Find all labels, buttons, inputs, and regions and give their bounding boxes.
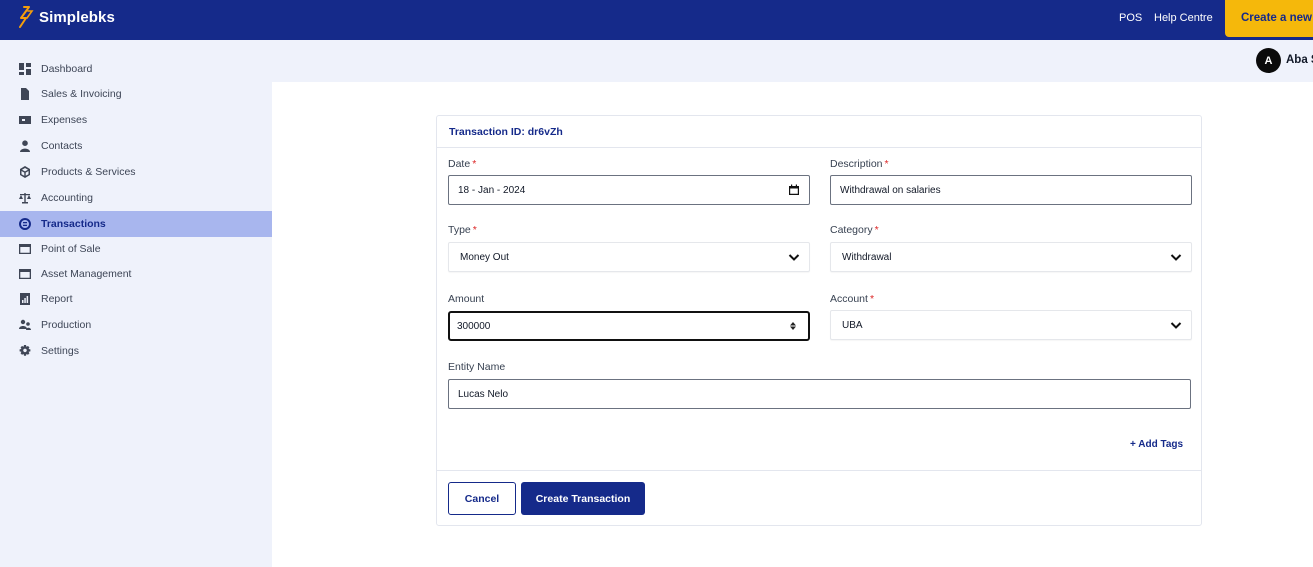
- sidebar-item-label: Point of Sale: [41, 243, 101, 255]
- sidebar-item-transactions[interactable]: Transactions: [0, 211, 272, 237]
- required-mark: *: [869, 293, 875, 305]
- required-mark: *: [874, 224, 879, 236]
- sidebar-item-label: Report: [41, 293, 73, 305]
- logo-icon: [19, 6, 34, 28]
- amount-label: Amount: [448, 293, 484, 305]
- sidebar-item-label: Production: [41, 319, 92, 331]
- sidebar-item-products-services[interactable]: Products & Services: [0, 159, 272, 185]
- required-mark: *: [472, 158, 477, 170]
- date-label: Date *: [448, 158, 476, 170]
- sidebar-item-label: Transactions: [41, 218, 106, 230]
- required-mark: *: [472, 224, 477, 236]
- entity-name-label-text: Entity Name: [448, 361, 506, 373]
- sidebar-item-report[interactable]: Report: [0, 286, 272, 312]
- people-icon: [19, 319, 31, 331]
- category-label: Category *: [830, 224, 879, 236]
- sidebar-item-label: Products & Services: [41, 166, 136, 178]
- description-label-text: Description: [830, 158, 883, 170]
- sub-header: [272, 40, 1313, 82]
- account-label-text: Account: [830, 293, 868, 305]
- sidebar-item-expenses[interactable]: Expenses: [0, 107, 272, 133]
- amount-value: 300000: [457, 320, 491, 332]
- entity-name-label: Entity Name: [448, 361, 505, 373]
- document-icon: [19, 88, 31, 100]
- sidebar-item-label: Sales & Invoicing: [41, 88, 122, 100]
- sidebar-item-label: Expenses: [41, 114, 88, 126]
- type-label-text: Type: [448, 224, 471, 236]
- type-value: Money Out: [460, 251, 509, 263]
- sidebar: Dashboard Sales & Invoicing Expenses Con…: [0, 40, 272, 567]
- avatar[interactable]: A: [1256, 48, 1281, 73]
- brand-logo[interactable]: Simplebks: [17, 6, 115, 28]
- sidebar-item-settings[interactable]: Settings: [0, 338, 272, 364]
- user-icon: [19, 140, 31, 152]
- top-bar: Simplebks POS Help Centre Create a new: [0, 0, 1313, 40]
- card-icon: [19, 243, 31, 255]
- description-value: Withdrawal on salaries: [840, 184, 941, 196]
- cancel-button[interactable]: Cancel: [448, 482, 516, 515]
- sidebar-item-dashboard[interactable]: Dashboard: [0, 56, 272, 82]
- date-value: 18 - Jan - 2024: [458, 184, 526, 196]
- account-value: UBA: [842, 319, 863, 331]
- card-icon: [19, 268, 31, 280]
- sidebar-item-label: Asset Management: [41, 268, 132, 280]
- category-label-text: Category: [830, 224, 873, 236]
- transaction-form-card: Transaction ID: dr6vZh Date * 18 - Jan - …: [436, 115, 1202, 526]
- sidebar-item-sales-invoicing[interactable]: Sales & Invoicing: [0, 81, 272, 107]
- sidebar-item-production[interactable]: Production: [0, 312, 272, 338]
- create-transaction-button[interactable]: Create Transaction: [521, 482, 645, 515]
- box-icon: [19, 166, 31, 178]
- type-select[interactable]: Money Out: [448, 242, 810, 272]
- amount-label-text: Amount: [448, 293, 485, 305]
- sidebar-item-asset-management[interactable]: Asset Management: [0, 261, 272, 287]
- chevron-down-icon: [788, 251, 800, 263]
- category-value: Withdrawal: [842, 251, 892, 263]
- sidebar-item-accounting[interactable]: Accounting: [0, 185, 272, 211]
- exchange-icon: [19, 218, 31, 230]
- add-tags-link[interactable]: + Add Tags: [1130, 439, 1183, 450]
- dashboard-icon: [19, 63, 31, 75]
- number-spinner-icon[interactable]: [787, 320, 799, 332]
- entity-name-value: Lucas Nelo: [458, 388, 509, 400]
- report-icon: [19, 293, 31, 305]
- entity-name-input[interactable]: Lucas Nelo: [448, 379, 1191, 409]
- brand-name: Simplebks: [39, 8, 115, 26]
- chevron-down-icon: [1170, 251, 1182, 263]
- wallet-icon: [19, 114, 31, 126]
- scale-icon: [19, 192, 31, 204]
- sidebar-item-label: Contacts: [41, 140, 83, 152]
- type-label: Type *: [448, 224, 477, 236]
- sidebar-item-point-of-sale[interactable]: Point of Sale: [0, 236, 272, 262]
- create-new-button[interactable]: Create a new: [1225, 0, 1313, 37]
- chevron-down-icon: [1170, 319, 1182, 331]
- sidebar-item-label: Accounting: [41, 192, 93, 204]
- gear-icon: [19, 345, 31, 357]
- amount-input[interactable]: 300000: [448, 311, 810, 341]
- date-label-text: Date: [448, 158, 471, 170]
- sidebar-item-contacts[interactable]: Contacts: [0, 133, 272, 159]
- calendar-icon[interactable]: [788, 184, 800, 196]
- account-select[interactable]: UBA: [830, 310, 1192, 340]
- category-select[interactable]: Withdrawal: [830, 242, 1192, 272]
- sidebar-item-label: Dashboard: [41, 63, 93, 75]
- required-mark: *: [884, 158, 889, 170]
- transaction-id-header: Transaction ID: dr6vZh: [437, 116, 1201, 148]
- user-name[interactable]: Aba S: [1286, 54, 1313, 66]
- description-input[interactable]: Withdrawal on salaries: [830, 175, 1192, 205]
- date-input[interactable]: 18 - Jan - 2024: [448, 175, 810, 205]
- pos-link[interactable]: POS: [1119, 12, 1142, 24]
- account-label: Account *: [830, 293, 874, 305]
- help-centre-link[interactable]: Help Centre: [1154, 12, 1213, 24]
- description-label: Description *: [830, 158, 889, 170]
- sidebar-item-label: Settings: [41, 345, 79, 357]
